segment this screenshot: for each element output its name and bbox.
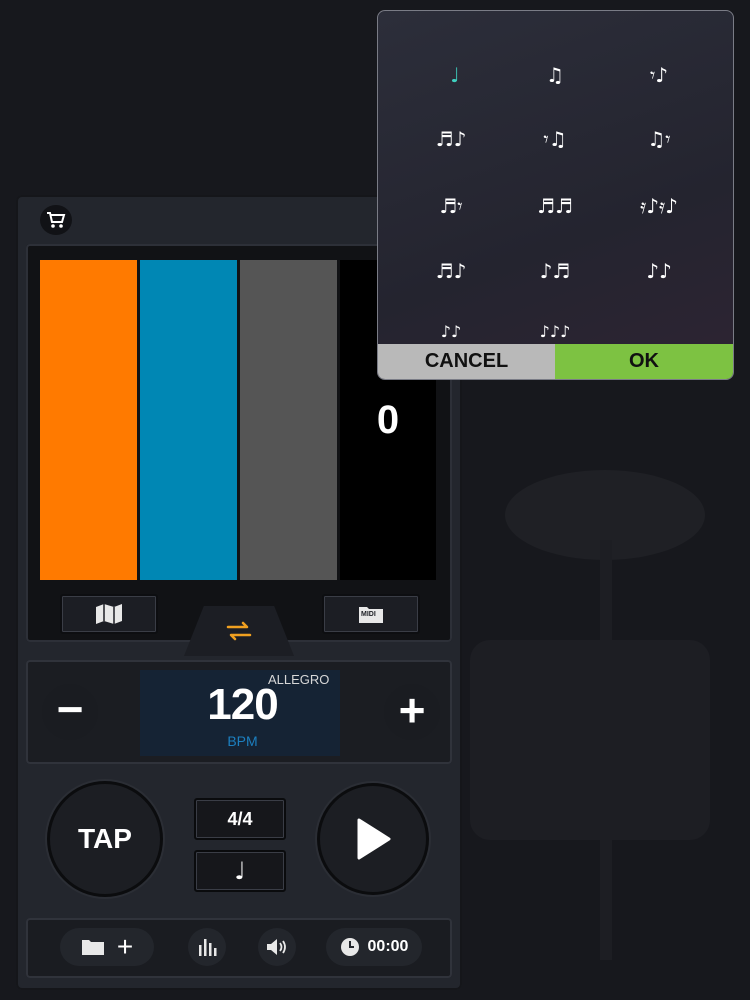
note-value-button[interactable]: ♩ bbox=[194, 850, 286, 892]
cart-button[interactable] bbox=[40, 205, 72, 235]
equalizer-button[interactable] bbox=[188, 928, 226, 966]
beat-bar-1[interactable] bbox=[40, 260, 137, 580]
swap-arrows-icon bbox=[226, 621, 252, 641]
midi-button[interactable]: MIDI bbox=[322, 594, 420, 634]
background-drum bbox=[470, 640, 710, 840]
subdivision-option[interactable]: ♬♪ bbox=[392, 239, 510, 303]
plus-label: + bbox=[398, 684, 426, 736]
add-label: + bbox=[116, 931, 134, 962]
volume-button[interactable] bbox=[258, 928, 296, 966]
subdivision-grid: ♩ ♫ 𝄾♪ ♬♪ 𝄾♫ ♫𝄾 ♬𝄾 ♬♬ 𝄿♪𝄿♪ ♬♪ ♪♬ ♪♪ ♪♪ ♪… bbox=[378, 11, 733, 344]
note-symbol: ♬♪ bbox=[435, 127, 467, 151]
subdivision-option[interactable]: 𝄾♫ bbox=[496, 107, 614, 171]
subdivision-option[interactable]: ♫𝄾 bbox=[600, 107, 718, 171]
note-symbol: 𝄾♪ bbox=[649, 63, 669, 87]
midi-label: MIDI bbox=[361, 611, 376, 618]
timer-button[interactable]: 00:00 bbox=[326, 928, 422, 966]
ok-button[interactable]: OK bbox=[555, 344, 733, 379]
volume-icon bbox=[267, 939, 286, 955]
clock-icon bbox=[340, 938, 359, 956]
note-symbol: ♫𝄾 bbox=[647, 127, 671, 151]
subdivision-popup: ♩ ♫ 𝄾♪ ♬♪ 𝄾♫ ♫𝄾 ♬𝄾 ♬♬ 𝄿♪𝄿♪ ♬♪ ♪♬ ♪♪ ♪♪ ♪… bbox=[377, 10, 734, 380]
note-symbol: ♪♬ bbox=[539, 259, 571, 283]
note-symbol: ♪♪ bbox=[646, 259, 672, 283]
note-symbol: ♪♪♪ bbox=[539, 321, 571, 341]
note-symbol: ♬♪ bbox=[435, 259, 467, 283]
equalizer-icon bbox=[199, 939, 217, 956]
note-symbol: 𝄾♫ bbox=[543, 127, 567, 151]
cancel-button[interactable]: CANCEL bbox=[378, 344, 555, 379]
note-symbol: ♫ bbox=[546, 63, 564, 87]
subdivision-option[interactable]: 𝄿♪𝄿♪ bbox=[600, 174, 718, 238]
timer-value: 00:00 bbox=[367, 938, 409, 955]
ok-label: OK bbox=[629, 350, 659, 372]
subdivision-option[interactable]: 𝄾♪ bbox=[600, 43, 718, 107]
time-signature-button[interactable]: 4/4 bbox=[194, 798, 286, 840]
beat-bar-3[interactable] bbox=[240, 260, 337, 580]
note-symbol: ♪♪ bbox=[440, 321, 462, 341]
add-preset-button[interactable]: + bbox=[60, 928, 154, 966]
subdivision-option[interactable]: ♪♪ bbox=[600, 239, 718, 303]
folder-icon bbox=[81, 940, 104, 955]
tempo-value: 120 bbox=[207, 680, 278, 729]
subdivision-option[interactable]: ♪♬ bbox=[496, 239, 614, 303]
cancel-label: CANCEL bbox=[424, 350, 509, 372]
cart-icon bbox=[47, 212, 66, 228]
note-symbol: 𝄿♪𝄿♪ bbox=[640, 194, 678, 218]
play-button[interactable] bbox=[320, 786, 426, 892]
background-stand bbox=[600, 540, 612, 960]
rhythm-map-button[interactable] bbox=[60, 594, 158, 634]
tap-button[interactable]: TAP bbox=[50, 784, 160, 894]
note-symbol: ♬♬ bbox=[537, 194, 573, 218]
note-symbol: ♬𝄾 bbox=[439, 194, 463, 218]
note-value: ♩ bbox=[234, 857, 246, 885]
beat-bar-2[interactable] bbox=[140, 260, 237, 580]
time-signature-value: 4/4 bbox=[227, 808, 253, 829]
subdivision-option[interactable]: ♬♬ bbox=[496, 174, 614, 238]
map-icon bbox=[96, 604, 122, 624]
tap-label: TAP bbox=[78, 823, 132, 854]
tempo-decrease-button[interactable]: − bbox=[42, 684, 98, 740]
subdivision-option[interactable]: ♫ bbox=[496, 43, 614, 107]
subdivision-option[interactable]: ♬𝄾 bbox=[392, 174, 510, 238]
tempo-increase-button[interactable]: + bbox=[384, 684, 440, 740]
tempo-name: ALLEGRO bbox=[268, 672, 330, 687]
tempo-unit: BPM bbox=[227, 733, 258, 749]
minus-label: − bbox=[56, 683, 84, 735]
note-symbol: ♩ bbox=[450, 63, 460, 87]
subdivision-option[interactable]: ♬♪ bbox=[392, 107, 510, 171]
play-icon bbox=[357, 818, 391, 860]
